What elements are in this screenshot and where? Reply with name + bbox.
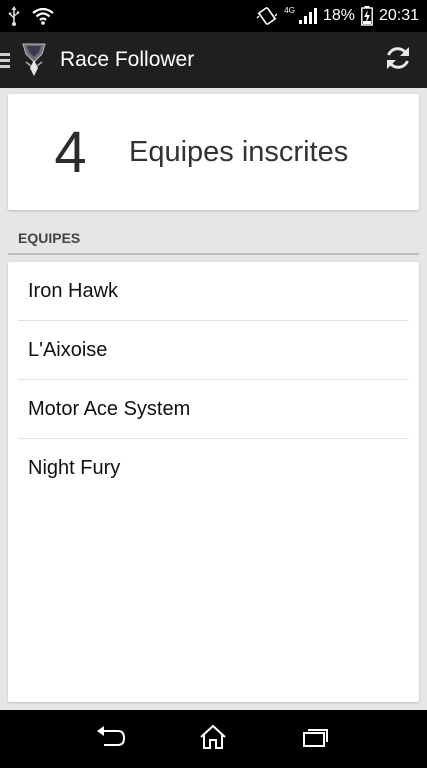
team-list-item[interactable]: L'Aixoise [18,321,409,380]
signal-icon [298,8,317,24]
home-button[interactable] [193,719,233,759]
usb-icon [8,6,20,26]
team-count: 4 [54,119,87,185]
refresh-icon [384,44,412,77]
summary-card: 4 Equipes inscrites [8,94,419,210]
battery-percent: 18% [322,7,355,24]
team-list-item[interactable]: Motor Ace System [18,380,409,439]
section-header: EQUIPES [8,222,419,255]
navigation-bar [0,710,427,768]
battery-charging-icon [361,6,373,26]
status-right: 4G 18% 20:31 [256,6,419,26]
home-icon [199,724,227,755]
team-list: Iron Hawk L'Aixoise Motor Ace System Nig… [8,262,419,702]
vibrate-icon [256,6,278,26]
action-bar: Race Follower [0,32,427,88]
drawer-icon[interactable] [0,52,14,68]
back-button[interactable] [91,719,131,759]
clock: 20:31 [378,7,419,24]
network-type-label: 4G [284,5,295,15]
recent-apps-button[interactable] [296,719,336,759]
status-left [8,6,54,26]
wifi-icon [32,7,54,25]
recent-apps-icon [302,726,330,753]
app-logo-icon[interactable] [20,42,48,78]
team-list-item[interactable]: Iron Hawk [18,262,409,321]
team-count-label: Equipes inscrites [129,135,349,168]
app-title: Race Follower [60,48,195,71]
status-bar: 4G 18% 20:31 [0,0,427,32]
team-list-item[interactable]: Night Fury [18,439,409,498]
back-icon [96,725,126,753]
refresh-button[interactable] [383,45,413,75]
